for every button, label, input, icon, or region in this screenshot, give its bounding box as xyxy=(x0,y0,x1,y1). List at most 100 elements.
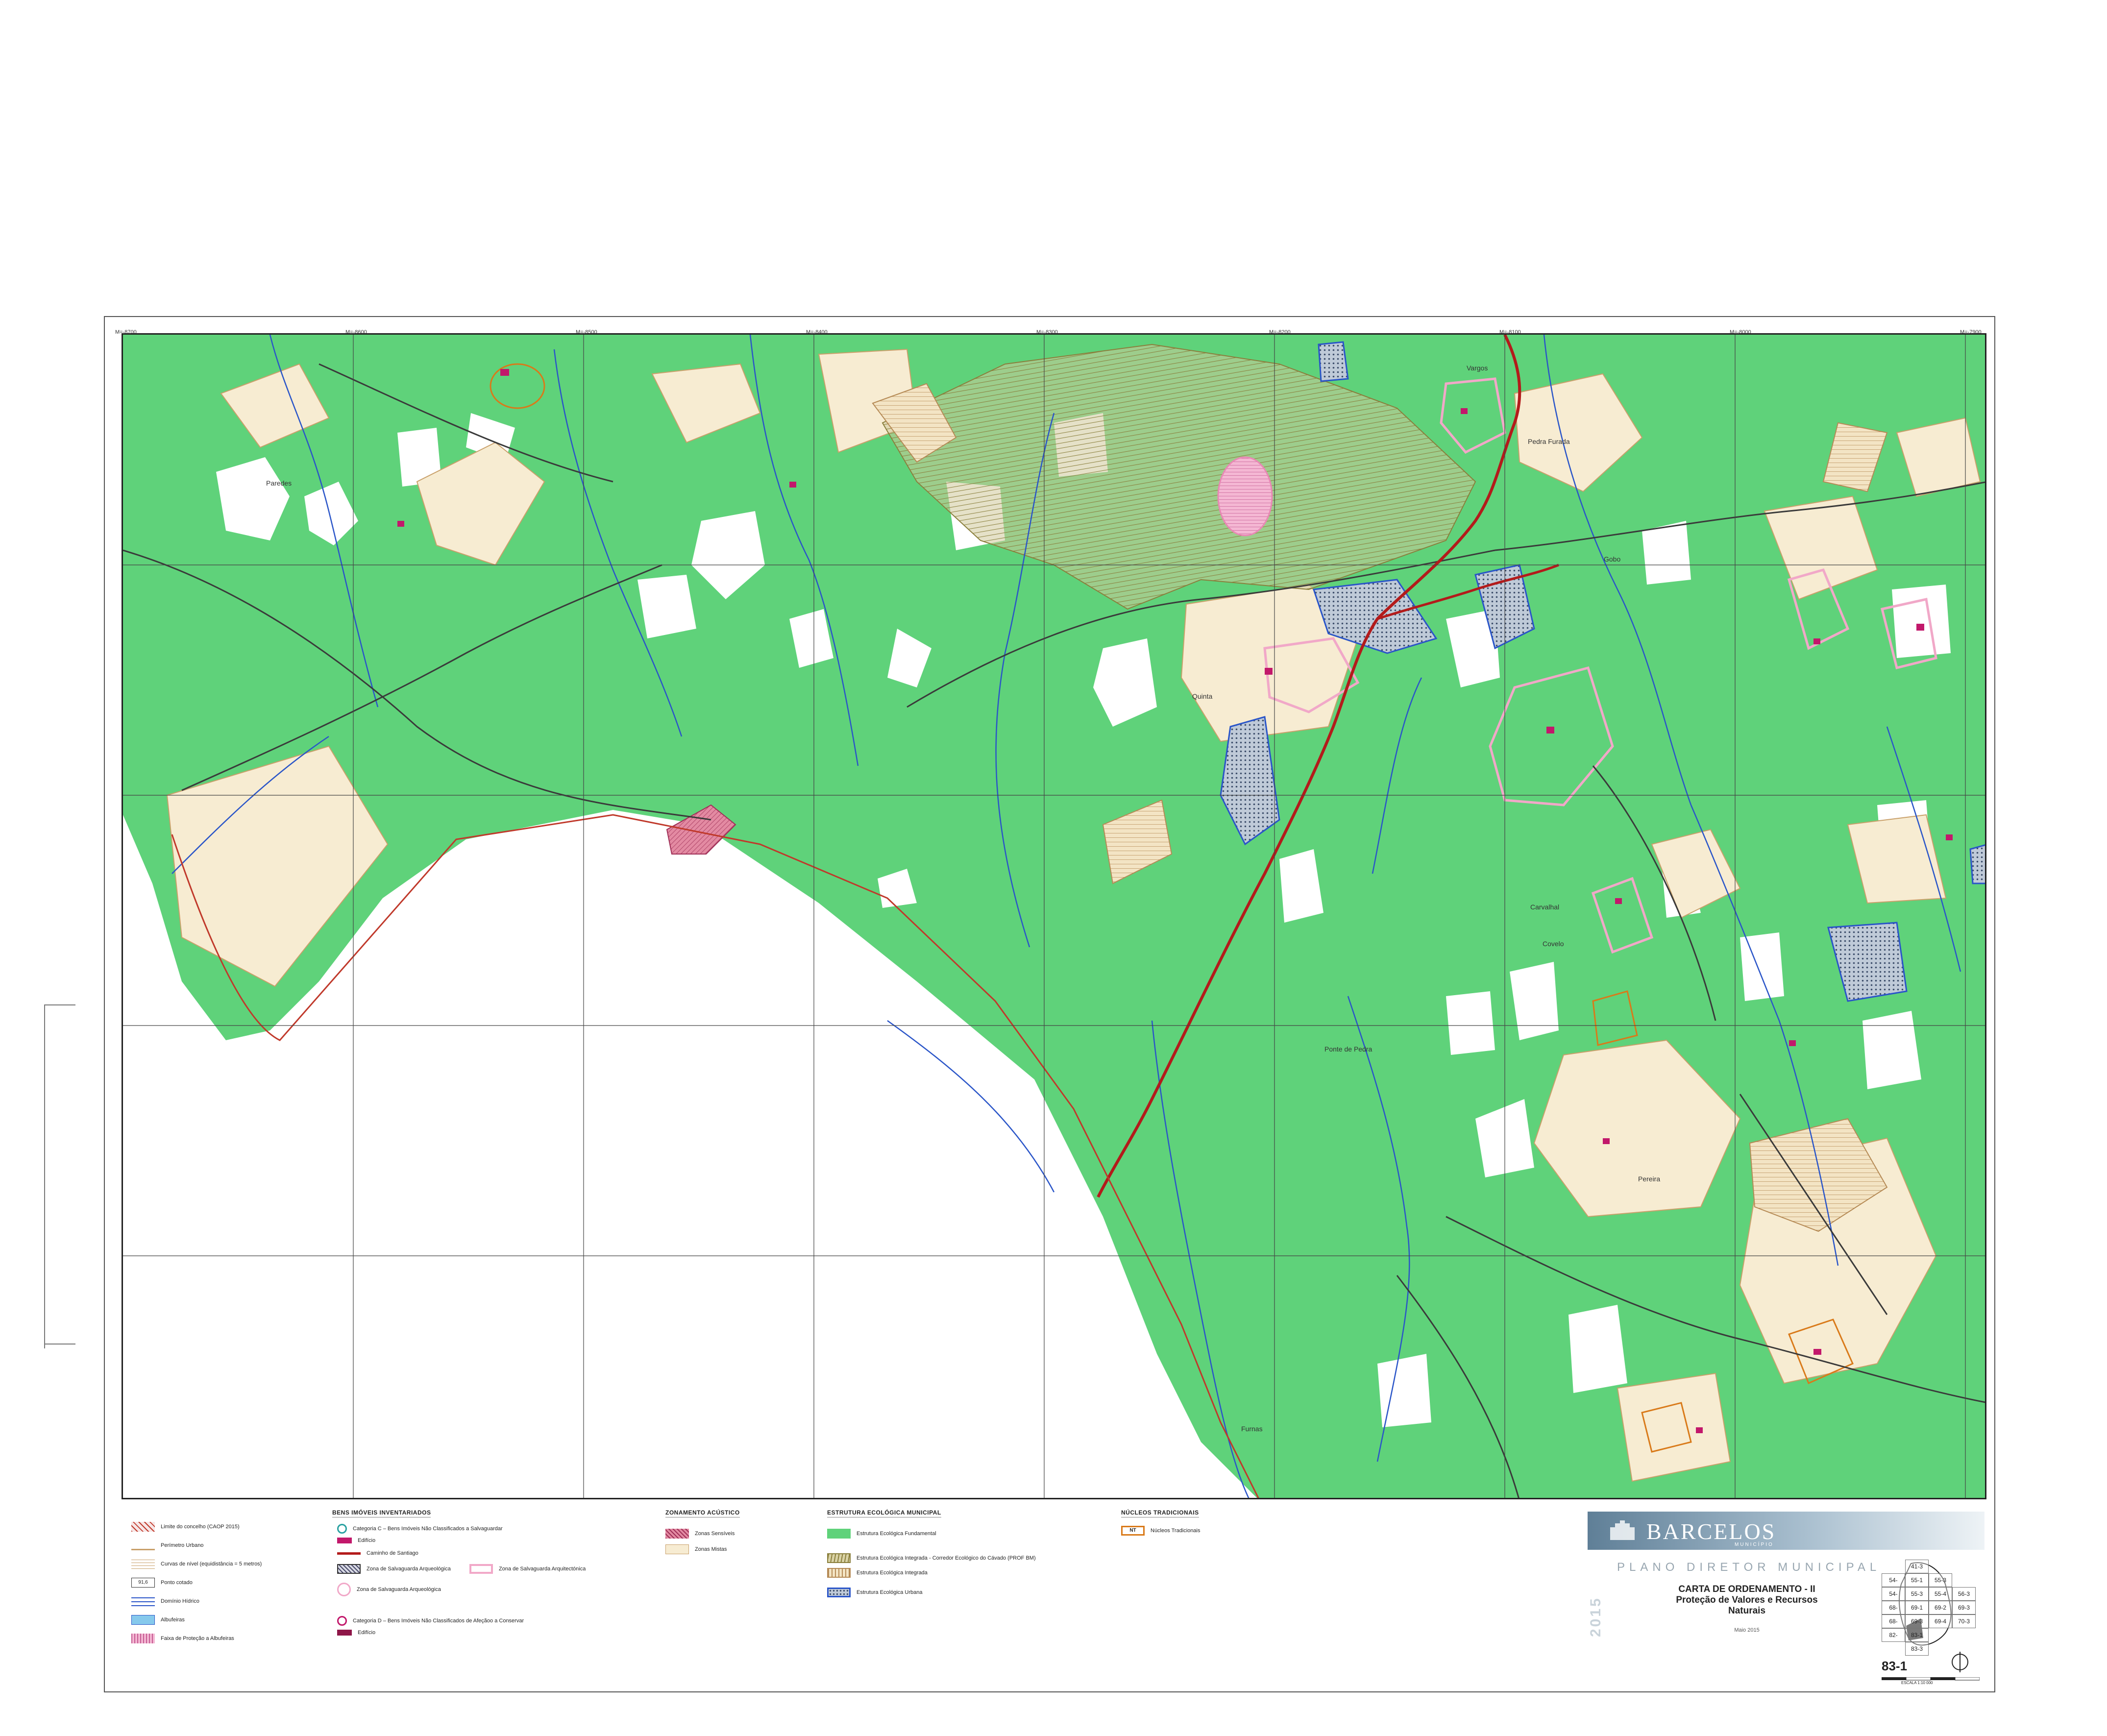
legend-label: Edifício xyxy=(358,1538,376,1543)
legend-label: Faixa de Proteção a Albufeiras xyxy=(161,1636,234,1641)
title-line-1: CARTA DE ORDENAMENTO - II xyxy=(1678,1584,1815,1594)
legend-label: Estrutura Ecológica Integrada - Corredor… xyxy=(857,1555,1036,1561)
title-line-2: Proteção de Valores e Recursos xyxy=(1676,1595,1818,1605)
legend-label: Estrutura Ecológica Urbana xyxy=(857,1589,923,1595)
legend-base-item: Faixa de Proteção a Albufeiras xyxy=(131,1634,234,1643)
sheet-index-cell: 82- xyxy=(1882,1628,1905,1642)
brand-subtitle: MUNICÍPIO xyxy=(1735,1542,1774,1547)
legend-base-item: Limite do concelho (CAOP 2015) xyxy=(131,1522,240,1532)
legend-label: Zona de Salvaguarda Arquitectónica xyxy=(499,1566,586,1572)
document-title: CARTA DE ORDENAMENTO - II Proteção de Va… xyxy=(1644,1584,1850,1616)
legend-label: Edifício xyxy=(358,1630,376,1636)
title-line-3: Naturais xyxy=(1728,1606,1766,1616)
legend-base-item: Perímetro Urbano xyxy=(131,1540,203,1550)
place-label: Ponte de Pedra xyxy=(1324,1045,1372,1053)
binding-mark xyxy=(44,1004,75,1348)
dotted-zone-icon xyxy=(337,1564,361,1574)
place-label: Paredes xyxy=(266,479,292,487)
reservoir-icon xyxy=(131,1615,155,1625)
legend-label: Categoria C – Bens Imóveis Não Classific… xyxy=(353,1526,503,1532)
sheet-index-cell: 69-4 xyxy=(1929,1614,1952,1628)
map-canvas[interactable]: Pedra Furada Gobo Paredes Quinta Vargos Ponte… xyxy=(122,333,1986,1499)
sheet-index-cell: 55-3 xyxy=(1905,1587,1929,1601)
legend-category-d: Categoria D – Bens Imóveis Não Classific… xyxy=(337,1616,524,1626)
brown-hatch-icon xyxy=(827,1568,851,1578)
legend-label: Domínio Hídrico xyxy=(161,1598,199,1604)
map-svg xyxy=(123,335,1985,1498)
legend-label: Perímetro Urbano xyxy=(161,1542,204,1548)
legend-architectural-zone: Zona de Salvaguarda Arquitectónica xyxy=(469,1564,586,1574)
legend-acoustic-sensitive: Zonas Sensíveis xyxy=(665,1529,735,1539)
sheet-index-cell: 55-3 xyxy=(1929,1573,1952,1587)
circle-magenta-icon xyxy=(337,1616,347,1626)
building-icon xyxy=(337,1630,352,1636)
place-label: Vargos xyxy=(1467,364,1488,372)
sheet-index-cell: 83-3 xyxy=(1905,1642,1929,1656)
legend-label: Zonas Mistas xyxy=(695,1546,727,1552)
legend-eem-integrated: Estrutura Ecológica Integrada xyxy=(827,1568,928,1578)
legend-eem-title: ESTRUTURA ECOLÓGICA MUNICIPAL xyxy=(827,1509,941,1517)
sheet-number: 83-1 xyxy=(1882,1659,1908,1673)
building-icon xyxy=(337,1538,352,1543)
sheet-index-cell: 70-3 xyxy=(1952,1614,1976,1628)
legend-label: Núcleos Tradicionais xyxy=(1151,1528,1200,1534)
north-arrow-icon xyxy=(1952,1652,1968,1672)
place-label: Gobo xyxy=(1604,555,1621,563)
legend-label: Caminho de Santiago xyxy=(367,1550,418,1556)
legend-base-item: Domínio Hídrico xyxy=(131,1596,199,1606)
legend-label: Albufeiras xyxy=(161,1617,185,1623)
blue-dots-icon xyxy=(827,1588,851,1597)
legend-building-d: Edifício xyxy=(337,1630,375,1636)
red-line-icon xyxy=(337,1552,361,1555)
nt-badge: NT xyxy=(1121,1526,1145,1536)
sheet-index-cell: 83-1 xyxy=(1905,1628,1929,1642)
sheet-index-cell: 55-1 xyxy=(1905,1573,1929,1587)
place-label: Covelo xyxy=(1543,940,1564,948)
legend-category-c: Categoria C – Bens Imóveis Não Classific… xyxy=(337,1524,503,1534)
title-block: BARCELOS MUNICÍPIO 2015 PLANO DIRETOR MU… xyxy=(1588,1512,1984,1686)
municipal-crest-icon xyxy=(1610,1520,1635,1540)
legend-acoustic-title: ZONAMENTO ACÚSTICO xyxy=(665,1509,740,1517)
circle-cyan-icon xyxy=(337,1524,347,1534)
legend-label: Zonas Sensíveis xyxy=(695,1531,735,1537)
plan-year: 2015 xyxy=(1588,1596,1604,1638)
sheet-index-cell: 69-3 xyxy=(1905,1614,1929,1628)
sheet-index-cell: 54- xyxy=(1882,1573,1905,1587)
red-hatch-icon xyxy=(665,1529,689,1539)
sheet-index-cell: 69-3 xyxy=(1952,1601,1976,1614)
sheet-index-cell: 41-3 xyxy=(1905,1560,1929,1573)
legend-eem-cavado: Estrutura Ecológica Integrada - Corredor… xyxy=(827,1553,1036,1563)
sheet-index-cell: 68- xyxy=(1882,1601,1905,1614)
legend-label: Zona de Salvaguarda Arqueológica xyxy=(367,1566,451,1572)
plan-name: PLANO DIRETOR MUNICIPAL xyxy=(1617,1561,1881,1574)
document-date: Maio 2015 xyxy=(1734,1627,1760,1633)
legend-base-item: Curvas de nível (equidistância = 5 metro… xyxy=(131,1559,262,1569)
brand-name: BARCELOS xyxy=(1646,1519,1776,1544)
legend-nt-title: NÚCLEOS TRADICIONAIS xyxy=(1121,1509,1199,1517)
pink-circle-icon xyxy=(337,1583,351,1596)
legend-archaeological-zone-circle: Zona de Salvaguarda Arqueológica xyxy=(337,1583,441,1596)
legend-label: Estrutura Ecológica Fundamental xyxy=(857,1531,936,1537)
spot-height-icon: 91,6 xyxy=(131,1578,155,1588)
sheet-index-cell: 55-4 xyxy=(1929,1587,1952,1601)
legend-acoustic-mixed: Zonas Mistas xyxy=(665,1544,727,1554)
legend-base-item: Albufeiras xyxy=(131,1615,185,1625)
place-label: Pedra Furada xyxy=(1528,438,1570,445)
place-label: Quinta xyxy=(1192,692,1213,700)
place-label: Furnas xyxy=(1241,1425,1263,1433)
legend-eem-fundamental: Estrutura Ecológica Fundamental xyxy=(827,1529,936,1539)
sheet-index-cell: 54- xyxy=(1882,1587,1905,1601)
boundary-swatch-icon xyxy=(131,1522,155,1532)
hydric-domain-icon xyxy=(131,1596,155,1606)
legend-label: Limite do concelho (CAOP 2015) xyxy=(161,1524,240,1530)
sheet-index-cell: 69-1 xyxy=(1905,1601,1929,1614)
olive-hatch-icon xyxy=(827,1553,851,1563)
reservoir-protection-icon xyxy=(131,1634,155,1643)
legend-caminho: Caminho de Santiago xyxy=(337,1550,418,1556)
place-label: Pereira xyxy=(1638,1175,1661,1183)
legend-label: Zona de Salvaguarda Arqueológica xyxy=(357,1587,441,1592)
legend-label: Categoria D – Bens Imóveis Não Classific… xyxy=(353,1618,524,1624)
legend-nt-item: NT Núcleos Tradicionais xyxy=(1121,1526,1200,1536)
urban-perimeter-icon xyxy=(131,1540,155,1550)
legend-eem-urban: Estrutura Ecológica Urbana xyxy=(827,1588,923,1597)
